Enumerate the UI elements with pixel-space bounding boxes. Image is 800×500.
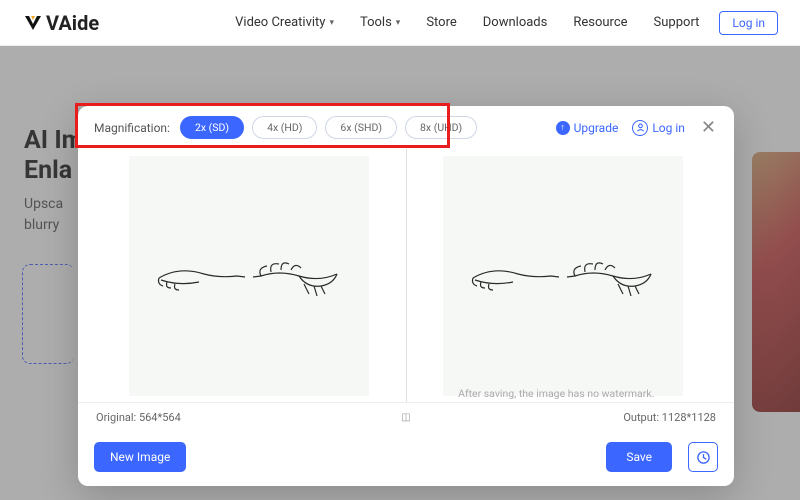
- mag-option-4x[interactable]: 4x (HD): [252, 116, 317, 139]
- logo-mark-icon: [22, 12, 44, 34]
- new-image-button[interactable]: New Image: [94, 442, 186, 472]
- modal-footer: New Image Save: [78, 432, 734, 486]
- nav-store[interactable]: Store: [426, 15, 456, 30]
- upscale-modal: Magnification: 2x (SD) 4x (HD) 6x (SHD) …: [78, 106, 734, 486]
- chevron-down-icon: ▾: [396, 18, 401, 28]
- compare-divider-icon[interactable]: ◫: [401, 412, 410, 423]
- nav-video-creativity[interactable]: Video Creativity▾: [235, 15, 334, 30]
- nav-tools[interactable]: Tools▾: [360, 15, 400, 30]
- brand-logo[interactable]: VAide: [22, 11, 99, 35]
- watermark-note: After saving, the image has no watermark…: [407, 387, 707, 400]
- main-nav: Video Creativity▾ Tools▾ Store Downloads…: [235, 15, 699, 30]
- upgrade-link[interactable]: ↑ Upgrade: [556, 121, 619, 135]
- nav-resource[interactable]: Resource: [573, 15, 627, 30]
- output-image: [443, 156, 683, 396]
- upgrade-icon: ↑: [556, 121, 570, 135]
- brand-name: VAide: [46, 11, 99, 35]
- close-icon[interactable]: ✕: [699, 117, 718, 138]
- output-pane: After saving, the image has no watermark…: [407, 149, 721, 402]
- original-image: [129, 156, 369, 396]
- history-button[interactable]: [688, 442, 718, 472]
- mag-option-6x[interactable]: 6x (SHD): [325, 116, 397, 139]
- original-size-label: Original: 564*564: [96, 411, 181, 424]
- mag-option-8x[interactable]: 8x (UHD): [405, 116, 477, 139]
- magnification-group: 2x (SD) 4x (HD) 6x (SHD) 8x (UHD): [180, 116, 477, 139]
- magnification-label: Magnification:: [94, 121, 170, 135]
- nav-support[interactable]: Support: [654, 15, 700, 30]
- compare-area: After saving, the image has no watermark…: [78, 149, 734, 402]
- mag-option-2x[interactable]: 2x (SD): [180, 116, 244, 139]
- user-icon: [632, 120, 648, 136]
- top-navbar: VAide Video Creativity▾ Tools▾ Store Dow…: [0, 0, 800, 46]
- chevron-down-icon: ▾: [329, 18, 334, 28]
- output-size-label: Output: 1128*1128: [623, 411, 716, 424]
- nav-downloads[interactable]: Downloads: [483, 15, 548, 30]
- save-button[interactable]: Save: [606, 442, 672, 472]
- original-pane: [92, 149, 407, 402]
- login-button[interactable]: Log in: [719, 11, 778, 35]
- info-bar: Original: 564*564 ◫ Output: 1128*1128: [78, 402, 734, 432]
- modal-header: Magnification: 2x (SD) 4x (HD) 6x (SHD) …: [78, 106, 734, 149]
- clock-icon: [696, 450, 711, 465]
- modal-login-link[interactable]: Log in: [632, 120, 685, 136]
